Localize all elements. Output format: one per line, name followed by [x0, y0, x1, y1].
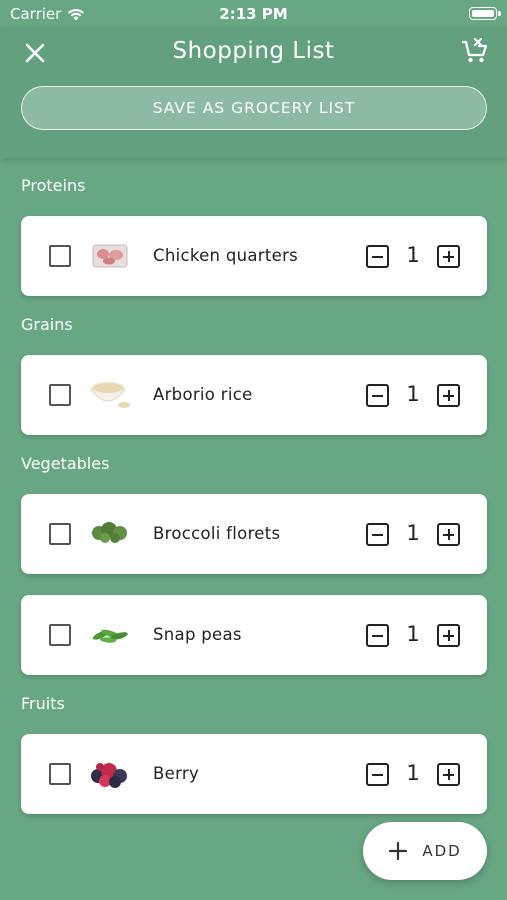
item-quantity: 1: [406, 761, 420, 785]
section-label-fruits: Fruits: [21, 694, 65, 713]
decrement-button[interactable]: [366, 523, 389, 546]
increment-button[interactable]: [437, 763, 460, 786]
item-name: Berry: [153, 764, 200, 783]
item-checkbox[interactable]: [49, 523, 71, 545]
chicken-image: [87, 236, 133, 276]
list-item: Chicken quarters 1: [21, 216, 487, 296]
item-checkbox[interactable]: [49, 245, 71, 267]
decrement-button[interactable]: [366, 624, 389, 647]
item-quantity: 1: [406, 521, 420, 545]
item-checkbox[interactable]: [49, 624, 71, 646]
broccoli-image: [87, 514, 133, 554]
list-item: Arborio rice 1: [21, 355, 487, 435]
list-item: Snap peas 1: [21, 595, 487, 675]
rice-image: [87, 375, 133, 415]
item-checkbox[interactable]: [49, 384, 71, 406]
list-item: Broccoli florets 1: [21, 494, 487, 574]
page-title: Shopping List: [172, 38, 335, 64]
clock: 2:13 PM: [219, 5, 288, 23]
increment-button[interactable]: [437, 523, 460, 546]
section-label-vegetables: Vegetables: [21, 454, 110, 473]
item-quantity: 1: [406, 243, 420, 267]
section-label-proteins: Proteins: [21, 176, 86, 195]
list-item: Berry 1: [21, 734, 487, 814]
item-checkbox[interactable]: [49, 763, 71, 785]
status-bar: Carrier 2:13 PM: [0, 0, 507, 28]
section-label-grains: Grains: [21, 315, 73, 334]
remove-shopping-cart-icon: [462, 38, 488, 63]
item-quantity: 1: [406, 622, 420, 646]
add-button[interactable]: ADD: [363, 822, 487, 880]
save-as-grocery-list-button[interactable]: SAVE AS GROCERY LIST: [21, 86, 487, 130]
item-quantity: 1: [406, 382, 420, 406]
decrement-button[interactable]: [366, 384, 389, 407]
item-name: Broccoli florets: [153, 524, 281, 543]
item-name: Chicken quarters: [153, 246, 299, 265]
item-name: Snap peas: [153, 625, 242, 644]
item-name: Arborio rice: [153, 385, 253, 404]
plus-icon: [389, 841, 408, 861]
decrement-button[interactable]: [366, 763, 389, 786]
snap-peas-image: [87, 615, 133, 655]
add-button-label: ADD: [422, 842, 462, 860]
decrement-button[interactable]: [366, 245, 389, 268]
increment-button[interactable]: [437, 384, 460, 407]
clear-cart-button[interactable]: [457, 34, 493, 70]
increment-button[interactable]: [437, 624, 460, 647]
increment-button[interactable]: [437, 245, 460, 268]
battery-icon: [469, 7, 501, 20]
berry-image: [87, 754, 133, 794]
header: Shopping List SAVE AS GROCERY LIST: [0, 28, 507, 158]
